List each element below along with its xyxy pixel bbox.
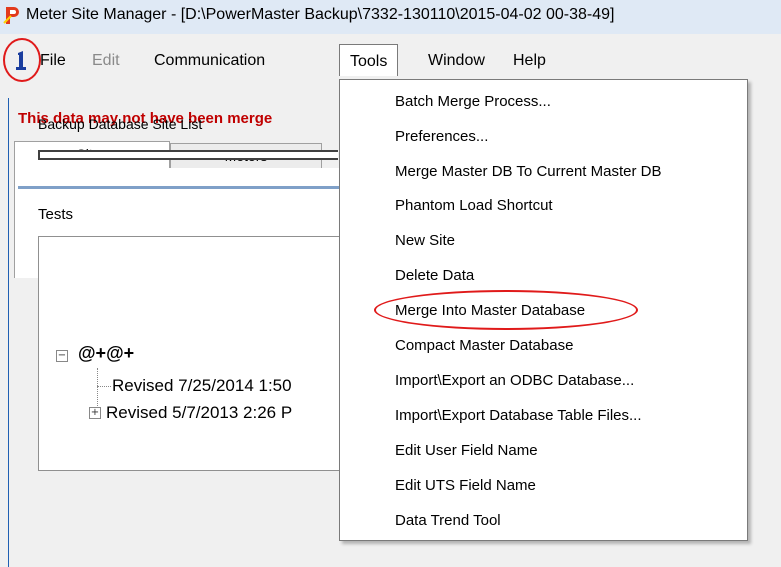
menu-item-delete-data[interactable]: Delete Data [395, 267, 474, 284]
menu-item-data-trend-tool[interactable]: Data Trend Tool [395, 512, 501, 529]
menu-item-phantom-load[interactable]: Phantom Load Shortcut [395, 197, 553, 214]
collapse-icon[interactable]: − [56, 350, 68, 362]
tree-root-node[interactable]: @+@+ [78, 343, 134, 364]
menu-window[interactable]: Window [428, 52, 485, 70]
menu-file[interactable]: File [40, 52, 66, 70]
menu-help[interactable]: Help [513, 52, 546, 70]
splitter[interactable] [18, 186, 344, 189]
menu-item-batch-merge[interactable]: Batch Merge Process... [395, 93, 551, 110]
menu-tools[interactable]: Tools [339, 44, 399, 76]
menu-edit: Edit [92, 52, 120, 69]
tree-child-node[interactable]: Revised 7/25/2014 1:50 [112, 376, 292, 396]
menu-item-import-odbc[interactable]: Import\Export an ODBC Database... [395, 372, 634, 389]
annotation-circle-merge [374, 290, 638, 330]
window-left-border [8, 98, 9, 567]
menu-item-merge-master-db[interactable]: Merge Master DB To Current Master DB [395, 163, 661, 180]
menu-item-edit-user-field[interactable]: Edit User Field Name [395, 442, 538, 459]
menu-item-preferences[interactable]: Preferences... [395, 128, 488, 145]
tests-label: Tests [38, 206, 74, 223]
title-bar: Meter Site Manager - [D:\PowerMaster Bac… [0, 0, 781, 35]
menu-communication[interactable]: Communication [154, 52, 265, 70]
expand-icon[interactable]: + [89, 407, 101, 419]
menu-item-edit-uts-field[interactable]: Edit UTS Field Name [395, 477, 536, 494]
menu-item-new-site[interactable]: New Site [395, 232, 455, 249]
tree-connector [97, 386, 111, 387]
annotation-circle-pin [3, 38, 41, 82]
menu-item-compact-master[interactable]: Compact Master Database [395, 337, 573, 354]
backup-site-list-label: Backup Database Site List [38, 116, 203, 132]
window-title: Meter Site Manager - [D:\PowerMaster Bac… [26, 6, 615, 23]
site-list-field[interactable] [38, 150, 338, 160]
app-logo-icon [3, 7, 19, 24]
menu-item-import-table-files[interactable]: Import\Export Database Table Files... [395, 407, 642, 424]
tree-child-node[interactable]: Revised 5/7/2013 2:26 P [106, 403, 292, 423]
